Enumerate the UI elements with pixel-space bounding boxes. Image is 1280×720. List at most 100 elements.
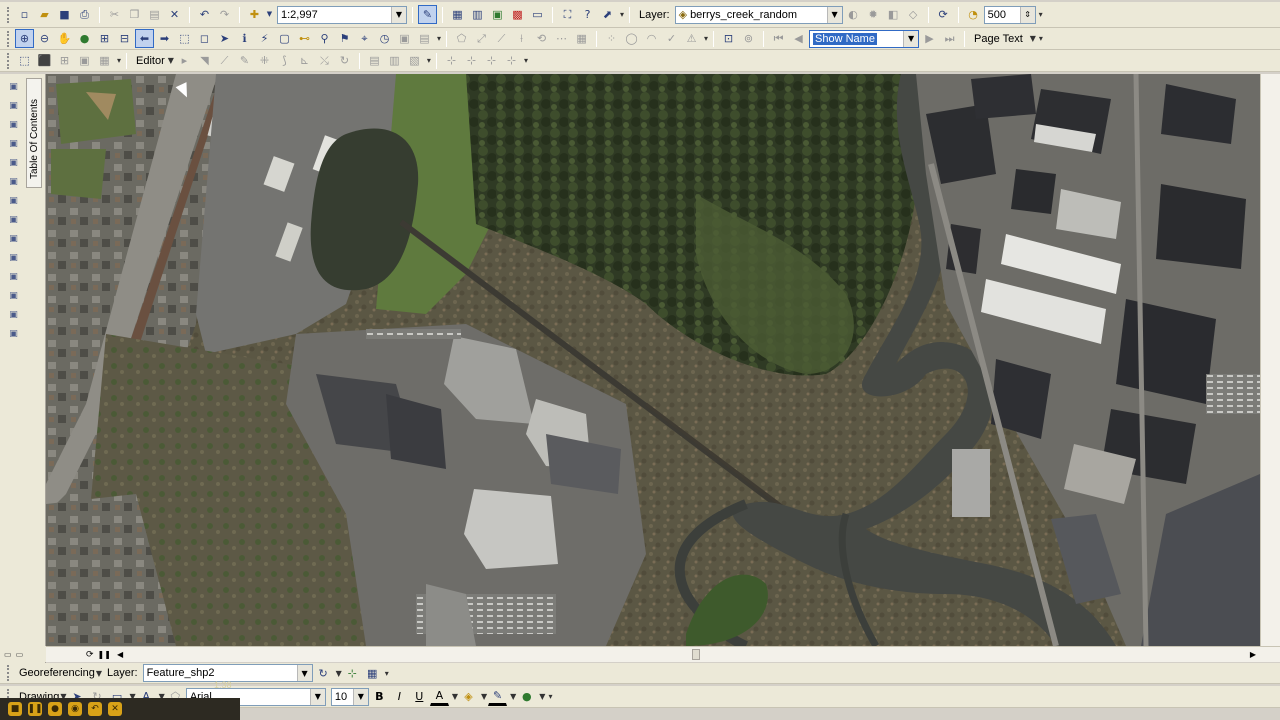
toolbar-overflow-icon[interactable]: ▾ xyxy=(117,56,121,65)
add-data-icon[interactable]: ✚ xyxy=(245,5,264,24)
go-to-xy-icon[interactable]: ⌖ xyxy=(355,29,374,48)
back-extent-icon[interactable]: ⬅ xyxy=(135,29,154,48)
dock-icon[interactable]: ▣ xyxy=(6,137,21,152)
zoom-out-icon[interactable]: ⊖ xyxy=(35,29,54,48)
pause-icon[interactable]: ❚❚ xyxy=(27,702,43,716)
toolbar-overflow-icon[interactable]: ▾ xyxy=(437,34,441,43)
layout-view-icon[interactable]: ▭ xyxy=(4,650,12,659)
font-size-combo[interactable]: 10 ▼ xyxy=(330,687,369,706)
georeferencing-menu[interactable]: Georeferencing xyxy=(15,667,99,679)
toolbar-overflow-icon[interactable]: ▾ xyxy=(548,692,552,701)
edit-tool-icon[interactable]: ▸ xyxy=(175,51,194,70)
arctoolbox-icon[interactable]: ▩ xyxy=(508,5,527,24)
toolbar-overflow-icon[interactable]: ▾ xyxy=(524,56,528,65)
chevron-down-icon[interactable]: ▼ xyxy=(309,688,325,705)
straight-segment-icon[interactable]: ⟋ xyxy=(215,51,234,70)
rotate-tool-icon[interactable]: ↻ xyxy=(335,51,354,70)
forward-extent-icon[interactable]: ➡ xyxy=(155,29,174,48)
copy-icon[interactable]: ❐ xyxy=(125,5,144,24)
next-page-icon[interactable]: ▶ xyxy=(920,29,939,48)
chevron-down-icon[interactable]: ▼ xyxy=(168,56,174,65)
clear-graphics-icon[interactable]: ⬛ xyxy=(35,51,54,70)
dock-icon[interactable]: ▣ xyxy=(6,213,21,228)
rotate-icon[interactable]: ↻ xyxy=(314,664,333,683)
add-control-points-icon[interactable]: ⊹ xyxy=(343,664,362,683)
sketch-icon[interactable]: ⋯ xyxy=(552,29,571,48)
sketch-properties-icon[interactable]: ▥ xyxy=(385,51,404,70)
line-color-icon[interactable]: ✎ xyxy=(488,687,508,706)
table-of-contents-icon[interactable]: ▦ xyxy=(448,5,467,24)
edit-annotation-icon[interactable]: ◥ xyxy=(195,51,214,70)
data-view-icon[interactable]: ▭ xyxy=(16,650,24,659)
chevron-down-icon[interactable]: ▼ xyxy=(510,692,516,701)
topology-icon[interactable]: ⁘ xyxy=(602,29,621,48)
fixed-zoom-out-icon[interactable]: ⊟ xyxy=(115,29,134,48)
find-route-icon[interactable]: ⚑ xyxy=(335,29,354,48)
refresh-icon[interactable]: ⟳ xyxy=(934,5,953,24)
snap-vertex-icon[interactable]: ▣ xyxy=(75,51,94,70)
model-builder-icon[interactable]: ⛶ xyxy=(558,5,577,24)
attributes-icon[interactable]: ▦ xyxy=(572,29,591,48)
vertical-scrollbar[interactable] xyxy=(1260,74,1280,646)
hyperlink-icon[interactable]: ⚡ xyxy=(255,29,274,48)
map-display[interactable] xyxy=(46,74,1260,646)
chevron-down-icon[interactable]: ▼ xyxy=(296,665,312,681)
dock-icon[interactable]: ▣ xyxy=(6,289,21,304)
validate-icon[interactable]: ✓ xyxy=(662,29,681,48)
georef-rotate-icon[interactable]: ⊹ xyxy=(502,51,521,70)
transparency-icon[interactable]: ◧ xyxy=(884,5,903,24)
chevron-down-icon[interactable]: ▼ xyxy=(826,6,842,23)
chevron-down-icon[interactable]: ▼ xyxy=(452,692,458,701)
delete-icon[interactable]: ✕ xyxy=(165,5,184,24)
chevron-down-icon[interactable]: ▼ xyxy=(1030,34,1036,43)
error-inspector-icon[interactable]: ⚠ xyxy=(682,29,701,48)
dock-icon[interactable]: ▣ xyxy=(6,232,21,247)
command-line-icon[interactable]: ▭ xyxy=(528,5,547,24)
view-link-table-icon[interactable]: ▦ xyxy=(363,664,382,683)
chevron-down-icon[interactable]: ▼ xyxy=(96,669,102,678)
first-page-icon[interactable]: ⏮ xyxy=(769,29,788,48)
fill-color-icon[interactable]: ◈ xyxy=(459,687,478,706)
find-icon[interactable]: ⚲ xyxy=(315,29,334,48)
underline-button[interactable]: U xyxy=(410,687,429,706)
add-data-dropdown-icon[interactable]: ▼ xyxy=(265,5,274,24)
attributes-window-icon[interactable]: ▤ xyxy=(365,51,384,70)
chevron-down-icon[interactable]: ▼ xyxy=(352,688,368,705)
stepper-icon[interactable]: ⇕ xyxy=(1019,6,1035,23)
dock-icon[interactable]: ▣ xyxy=(6,99,21,114)
generalize-icon[interactable]: ◯ xyxy=(622,29,641,48)
scroll-right-icon[interactable]: ▶ xyxy=(1250,650,1256,659)
contrast-icon[interactable]: ◐ xyxy=(844,5,863,24)
georef-add-point-icon[interactable]: ⊹ xyxy=(442,51,461,70)
dock-icon[interactable]: ▣ xyxy=(6,80,21,95)
toolbar-grip[interactable] xyxy=(7,30,11,47)
reshape-icon[interactable]: ⤢ xyxy=(472,29,491,48)
font-color-button[interactable]: A xyxy=(429,687,449,706)
lock-labels-icon[interactable]: ⊚ xyxy=(739,29,758,48)
last-page-icon[interactable]: ⏭ xyxy=(940,29,959,48)
georef-table-icon[interactable]: ⊹ xyxy=(482,51,501,70)
search-window-icon[interactable]: ▣ xyxy=(488,5,507,24)
dock-icon[interactable]: ▣ xyxy=(6,270,21,285)
dock-icon[interactable]: ▣ xyxy=(6,251,21,266)
pan-icon[interactable]: ✋ xyxy=(55,29,74,48)
map-scale-combo[interactable]: 1:2,997 ▼ xyxy=(277,5,407,24)
time-slider-icon[interactable]: ◷ xyxy=(375,29,394,48)
refresh-view-icon[interactable]: ⟳ xyxy=(86,650,94,660)
overview-icon[interactable]: ▤ xyxy=(415,29,434,48)
toolbar-grip[interactable] xyxy=(7,665,11,681)
horizontal-scrollbar[interactable]: ⟳ ❚❚ ◀ ▶ xyxy=(46,646,1280,662)
midpoint-icon[interactable]: ⁜ xyxy=(255,51,274,70)
right-angle-icon[interactable]: ⊾ xyxy=(295,51,314,70)
scroll-thumb[interactable] xyxy=(692,649,700,660)
pause-drawing-icon[interactable]: ❚❚ xyxy=(98,650,111,659)
catalog-icon[interactable]: ▥ xyxy=(468,5,487,24)
dock-icon[interactable]: ▣ xyxy=(6,175,21,190)
toolbar-overflow-icon[interactable]: ▾ xyxy=(1039,10,1043,19)
rotate-icon[interactable]: ⟲ xyxy=(532,29,551,48)
select-elements-icon[interactable]: ➤ xyxy=(215,29,234,48)
dock-icon[interactable]: ▣ xyxy=(6,156,21,171)
select-by-graphics-icon[interactable]: ⬚ xyxy=(15,51,34,70)
georef-move-icon[interactable]: ⊹ xyxy=(462,51,481,70)
fixed-zoom-in-icon[interactable]: ⊞ xyxy=(95,29,114,48)
